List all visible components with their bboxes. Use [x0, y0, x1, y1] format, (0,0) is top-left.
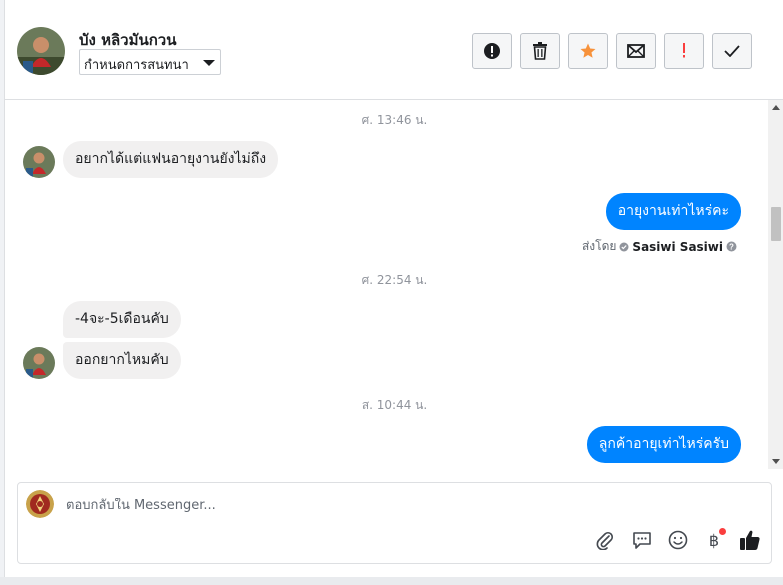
sent-by-info: ส่งโดย Sasiwi Sasiwi ? [582, 237, 737, 256]
caret-down-icon [203, 60, 215, 66]
sent-by-prefix: ส่งโดย [581, 239, 617, 253]
window-bottom-strip [0, 577, 783, 585]
star-icon [580, 43, 596, 58]
payment-button[interactable]: ฿ [701, 527, 727, 553]
conversation-header: บัง หลิวมันกวน กำหนดการสนทนา [5, 0, 783, 100]
timestamp: ศ. 13:46 น. [361, 113, 428, 127]
saved-reply-icon [633, 532, 651, 549]
sender-name[interactable]: Sasiwi Sasiwi [632, 240, 723, 254]
delete-button[interactable] [520, 33, 560, 69]
conversation-label-dropdown[interactable]: กำหนดการสนทนา [79, 49, 221, 75]
thread-scrollbar[interactable] [768, 100, 783, 469]
label-select-value: กำหนดการสนทนา [84, 58, 189, 73]
star-button[interactable] [568, 33, 608, 69]
verified-icon [619, 242, 629, 251]
timestamp: ศ. 22:54 น. [361, 273, 428, 287]
svg-text:?: ? [729, 243, 734, 252]
reply-input[interactable] [66, 498, 666, 513]
contact-avatar-small[interactable] [23, 146, 55, 178]
alert-circle-icon [484, 43, 500, 59]
scroll-down-arrow-icon[interactable] [772, 459, 780, 464]
scroll-up-arrow-icon[interactable] [772, 105, 780, 110]
exclamation-icon [683, 43, 685, 58]
saved-reply-button[interactable] [629, 527, 655, 553]
notification-dot [719, 528, 726, 535]
trash-icon [533, 42, 547, 60]
message-bubble-incoming[interactable]: -4จะ-5เดือนคับ [63, 301, 181, 338]
mark-done-button[interactable] [712, 33, 752, 69]
message-bubble-outgoing[interactable]: อายุงานเท่าไหร่คะ [605, 193, 741, 230]
attach-button[interactable] [592, 527, 618, 553]
scroll-thumb[interactable] [771, 207, 781, 241]
like-button[interactable] [737, 527, 763, 553]
envelope-icon [627, 44, 645, 58]
report-spam-button[interactable] [472, 33, 512, 69]
checkmark-icon [724, 45, 740, 57]
message-thread[interactable]: ศ. 13:46 น. อยากได้แต่แฟนอายุงานยังไม่ถึ… [5, 100, 783, 469]
help-icon[interactable]: ? [726, 241, 737, 252]
reply-composer: ฿ [17, 482, 772, 564]
contact-avatar[interactable] [17, 27, 65, 75]
mark-important-button[interactable] [664, 33, 704, 69]
message-bubble-incoming[interactable]: ออกยากไหมคับ [63, 342, 181, 379]
emoji-icon [668, 530, 688, 550]
message-bubble-outgoing[interactable]: ลูกค้าอายุเท่าไหร่ครับ [586, 426, 741, 463]
timestamp: ส. 10:44 น. [361, 398, 428, 412]
svg-text:฿: ฿ [709, 531, 719, 550]
emoji-button[interactable] [665, 527, 691, 553]
page-avatar [26, 490, 54, 518]
message-bubble-incoming[interactable]: อยากได้แต่แฟนอายุงานยังไม่ถึง [63, 141, 279, 178]
mark-unread-button[interactable] [616, 33, 656, 69]
thumbs-up-icon [740, 530, 760, 550]
conversation-panel: บัง หลิวมันกวน กำหนดการสนทนา ศ. 13:46 น.… [4, 0, 783, 577]
paperclip-icon [596, 531, 614, 550]
contact-avatar-small[interactable] [23, 347, 55, 379]
